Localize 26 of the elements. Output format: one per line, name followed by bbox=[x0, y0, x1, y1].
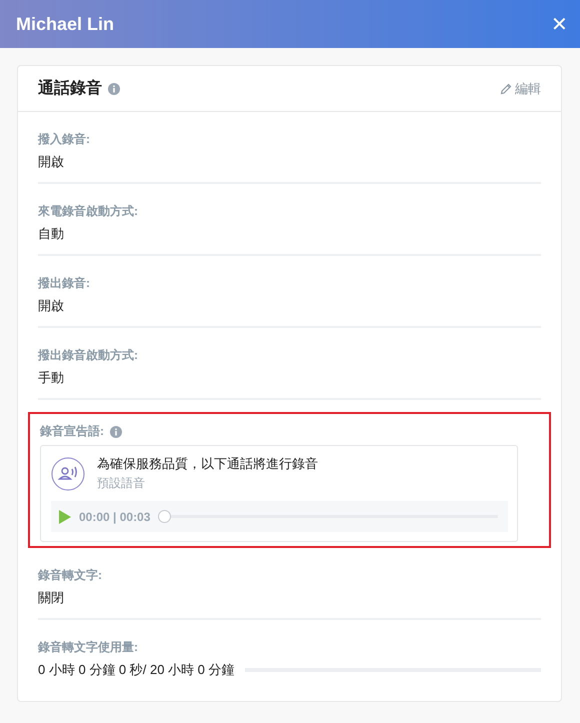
edit-button[interactable]: 編輯 bbox=[500, 80, 541, 98]
dialog-title: Michael Lin bbox=[16, 14, 114, 34]
field-label: 撥出錄音啟動方式: bbox=[38, 348, 139, 363]
field-label: 撥出錄音: bbox=[38, 276, 91, 291]
field-label: 錄音轉文字: bbox=[38, 568, 103, 583]
seek-handle[interactable] bbox=[158, 510, 172, 523]
field-value: 自動 bbox=[38, 225, 65, 243]
field-value: 開啟 bbox=[38, 297, 65, 315]
field-label: 錄音轉文字使用量: bbox=[38, 640, 139, 655]
usage-value: 0 小時 0 分鐘 0 秒/ 20 小時 0 分鐘 bbox=[38, 661, 234, 679]
close-button[interactable]: ✕ bbox=[547, 12, 572, 36]
play-icon[interactable] bbox=[59, 510, 71, 524]
voice-source: 預設語音 bbox=[97, 475, 146, 492]
section-title: 通話錄音 bbox=[38, 78, 102, 99]
voice-icon bbox=[51, 456, 85, 490]
field-value: 手動 bbox=[38, 369, 65, 387]
field-value: 開啟 bbox=[38, 153, 65, 171]
info-icon[interactable] bbox=[108, 82, 120, 94]
announcement-text: 為確保服務品質，以下通話將進行錄音 bbox=[97, 455, 318, 473]
field-label: 來電錄音啟動方式: bbox=[38, 204, 139, 219]
field-label: 撥入錄音: bbox=[38, 132, 91, 147]
info-icon[interactable] bbox=[110, 426, 122, 438]
pencil-icon bbox=[500, 82, 512, 94]
field-label: 錄音宣告語: bbox=[40, 424, 104, 439]
playback-time: 00:00 | 00:03 bbox=[79, 510, 150, 524]
field-value: 關閉 bbox=[38, 589, 65, 607]
